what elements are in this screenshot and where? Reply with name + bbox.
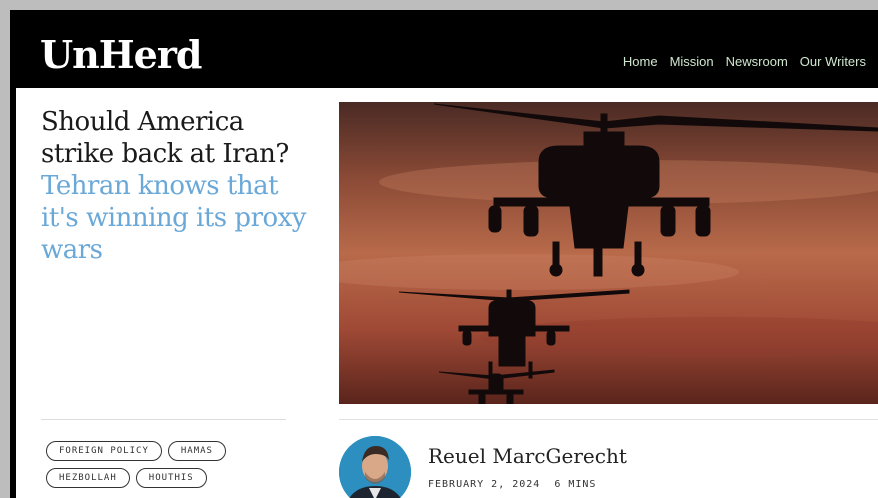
read-time: 6 MINS <box>554 479 597 490</box>
nav-mission[interactable]: Mission <box>670 54 714 69</box>
main-nav: Home Mission Newsroom Our Writers <box>623 54 866 69</box>
nav-home[interactable]: Home <box>623 54 658 69</box>
site-logo[interactable]: UnHerd <box>40 32 202 77</box>
tag-hamas[interactable]: HAMAS <box>167 441 226 461</box>
left-divider <box>41 419 286 420</box>
tag-foreign-policy[interactable]: FOREIGN POLICY <box>46 441 162 461</box>
tag-list: FOREIGN POLICY HAMAS HEZBOLLAH HOUTHIS <box>46 440 296 494</box>
author-photo <box>339 436 411 498</box>
article-content: Should America strike back at Iran? Tehr… <box>16 88 878 498</box>
hero-image <box>339 102 878 404</box>
nav-newsroom[interactable]: Newsroom <box>726 54 788 69</box>
tag-houthis[interactable]: HOUTHIS <box>135 468 207 488</box>
nav-our-writers[interactable]: Our Writers <box>800 54 866 69</box>
author-avatar[interactable] <box>339 436 411 498</box>
site-header: UnHerd Home Mission Newsroom Our Writers <box>10 10 878 88</box>
publish-date: FEBRUARY 2, 2024 <box>428 479 541 490</box>
author-name[interactable]: Reuel MarcGerecht <box>428 444 627 468</box>
headline-title: Should America strike back at Iran? <box>41 107 289 169</box>
tag-hezbollah[interactable]: HEZBOLLAH <box>46 468 130 488</box>
article-meta: FEBRUARY 2, 2024 6 MINS <box>428 479 596 490</box>
article-headline: Should America strike back at Iran? Tehr… <box>41 106 307 266</box>
right-divider <box>339 419 878 420</box>
helicopters-sunset-photo <box>339 102 878 404</box>
browser-frame: UnHerd Home Mission Newsroom Our Writers… <box>10 10 878 498</box>
headline-subtitle: Tehran knows that it's winning its proxy… <box>41 171 307 265</box>
